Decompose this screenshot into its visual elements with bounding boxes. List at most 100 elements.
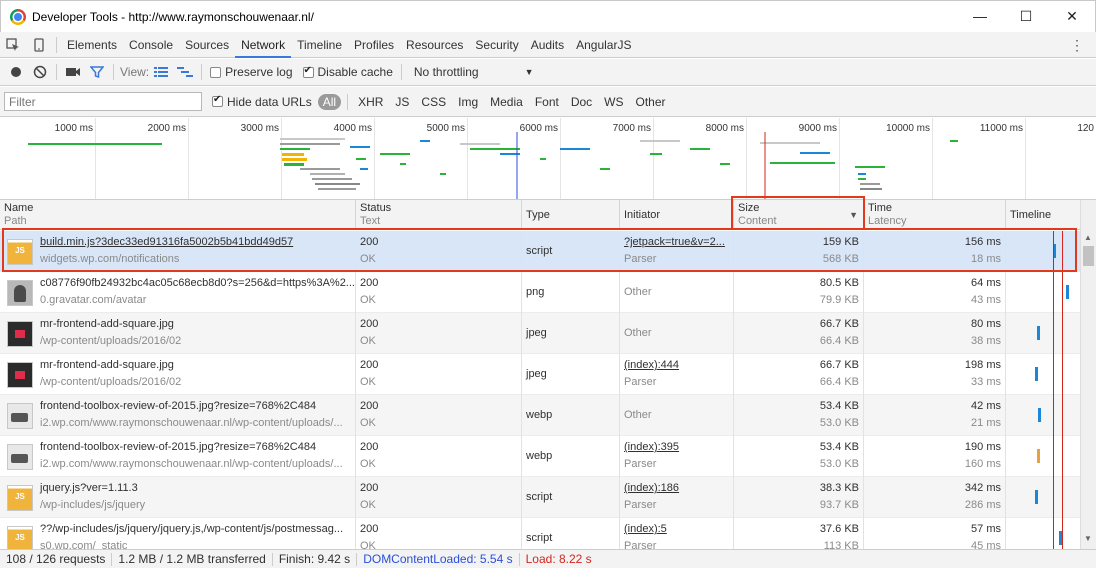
filter-type-other[interactable]: Other bbox=[632, 95, 670, 109]
content-value: 93.7 KB bbox=[819, 499, 859, 511]
initiator-link[interactable]: (index):444 bbox=[624, 357, 729, 374]
request-name[interactable]: ??/wp-includes/js/jquery/jquery.js,/wp-c… bbox=[40, 521, 343, 538]
request-name[interactable]: mr-frontend-add-square.jpg bbox=[40, 357, 181, 374]
scrollbar-thumb[interactable] bbox=[1083, 246, 1094, 266]
chrome-icon bbox=[10, 8, 26, 25]
filter-type-xhr[interactable]: XHR bbox=[354, 95, 387, 109]
tab-network[interactable]: Network bbox=[235, 32, 292, 58]
minimize-button[interactable]: — bbox=[957, 1, 1003, 31]
request-name[interactable]: jquery.js?ver=1.11.3 bbox=[40, 480, 145, 497]
name-cell[interactable]: mr-frontend-add-square.jpg /wp-content/u… bbox=[0, 354, 356, 395]
tab-resources[interactable]: Resources bbox=[400, 32, 469, 58]
column-header-time[interactable]: Time Latency bbox=[864, 200, 1006, 230]
maximize-button[interactable]: ☐ bbox=[1003, 1, 1049, 31]
column-header-type[interactable]: Type bbox=[522, 200, 620, 230]
initiator-cell: Other bbox=[620, 395, 734, 436]
table-row[interactable]: frontend-toolbox-review-of-2015.jpg?resi… bbox=[0, 436, 1080, 477]
content-value: 66.4 KB bbox=[819, 376, 859, 388]
tab-console[interactable]: Console bbox=[123, 32, 179, 58]
table-row[interactable]: frontend-toolbox-review-of-2015.jpg?resi… bbox=[0, 395, 1080, 436]
inspect-element-icon[interactable] bbox=[0, 32, 26, 58]
tab-elements[interactable]: Elements bbox=[61, 32, 123, 58]
filter-type-font[interactable]: Font bbox=[531, 95, 563, 109]
throttling-select[interactable]: No throttling ▼ bbox=[414, 65, 534, 79]
hide-data-urls-checkbox[interactable]: Hide data URLs bbox=[212, 94, 312, 109]
tab-angularjs[interactable]: AngularJS bbox=[570, 32, 637, 58]
initiator-cell[interactable]: (index):186 Parser bbox=[620, 477, 734, 518]
tab-audits[interactable]: Audits bbox=[525, 32, 570, 58]
name-cell[interactable]: JS jquery.js?ver=1.11.3 /wp-includes/js/… bbox=[0, 477, 356, 518]
status-cell: 200 OK bbox=[356, 354, 522, 395]
column-name-label: Name bbox=[4, 202, 34, 214]
device-mode-icon[interactable] bbox=[26, 32, 52, 58]
capture-screenshots-icon[interactable] bbox=[61, 60, 85, 84]
request-name[interactable]: c08776f90fb24932bc4ac05c68ecb8d0?s=256&d… bbox=[40, 275, 355, 292]
column-header-initiator[interactable]: Initiator bbox=[620, 200, 734, 230]
filter-type-js[interactable]: JS bbox=[391, 95, 413, 109]
large-rows-icon[interactable] bbox=[149, 60, 173, 84]
status-code: 200 bbox=[360, 523, 379, 535]
preserve-log-box[interactable] bbox=[210, 66, 222, 78]
name-cell[interactable]: JS ??/wp-includes/js/jquery/jquery.js,/w… bbox=[0, 518, 356, 549]
column-header-timeline[interactable]: Timeline bbox=[1006, 200, 1080, 230]
table-row[interactable]: c08776f90fb24932bc4ac05c68ecb8d0?s=256&d… bbox=[0, 272, 1080, 313]
initiator-link[interactable]: (index):395 bbox=[624, 439, 729, 456]
request-name[interactable]: frontend-toolbox-review-of-2015.jpg?resi… bbox=[40, 439, 343, 456]
filter-type-media[interactable]: Media bbox=[486, 95, 527, 109]
record-icon[interactable] bbox=[4, 60, 28, 84]
network-overview[interactable]: 1000 ms 2000 ms 3000 ms 4000 ms 5000 ms … bbox=[0, 118, 1096, 200]
js-file-icon: JS bbox=[7, 485, 33, 511]
filter-type-ws[interactable]: WS bbox=[600, 95, 627, 109]
timeline-bar bbox=[1037, 326, 1040, 340]
load-event-line bbox=[1062, 231, 1063, 549]
filter-type-doc[interactable]: Doc bbox=[567, 95, 596, 109]
overview-icon[interactable] bbox=[173, 60, 197, 84]
filter-type-css[interactable]: CSS bbox=[417, 95, 450, 109]
request-path: i2.wp.com/www.raymonschouwenaar.nl/wp-co… bbox=[40, 417, 343, 429]
close-button[interactable]: ✕ bbox=[1049, 1, 1095, 31]
name-cell[interactable]: frontend-toolbox-review-of-2015.jpg?resi… bbox=[0, 436, 356, 477]
initiator-link[interactable]: (index):186 bbox=[624, 480, 729, 497]
more-options-icon[interactable]: ⋮ bbox=[1070, 37, 1084, 53]
name-cell[interactable]: c08776f90fb24932bc4ac05c68ecb8d0?s=256&d… bbox=[0, 272, 356, 313]
timeline-bar bbox=[1066, 285, 1069, 299]
filter-input[interactable] bbox=[4, 92, 202, 111]
table-row[interactable]: JS jquery.js?ver=1.11.3 /wp-includes/js/… bbox=[0, 477, 1080, 518]
column-initiator-label: Initiator bbox=[624, 209, 661, 221]
initiator-link[interactable]: (index):5 bbox=[624, 521, 729, 538]
column-timeline-label: Timeline bbox=[1010, 209, 1052, 221]
scroll-down-icon[interactable]: ▼ bbox=[1084, 534, 1092, 543]
clear-icon[interactable] bbox=[28, 60, 52, 84]
column-header-name[interactable]: Name Path bbox=[0, 200, 356, 230]
latency-value: 160 ms bbox=[964, 458, 1001, 470]
filter-icon[interactable] bbox=[85, 60, 109, 84]
request-name[interactable]: mr-frontend-add-square.jpg bbox=[40, 316, 181, 333]
table-row[interactable]: mr-frontend-add-square.jpg /wp-content/u… bbox=[0, 354, 1080, 395]
tab-security[interactable]: Security bbox=[469, 32, 524, 58]
initiator-cell[interactable]: (index):5 Parser bbox=[620, 518, 734, 549]
column-header-status[interactable]: Status Text bbox=[356, 200, 522, 230]
tab-profiles[interactable]: Profiles bbox=[348, 32, 400, 58]
request-name[interactable]: frontend-toolbox-review-of-2015.jpg?resi… bbox=[40, 398, 343, 415]
name-cell[interactable]: mr-frontend-add-square.jpg /wp-content/u… bbox=[0, 313, 356, 354]
size-cell: 53.4 KB 53.0 KB bbox=[734, 436, 864, 477]
initiator-cell[interactable]: (index):395 Parser bbox=[620, 436, 734, 477]
preserve-log-checkbox[interactable]: Preserve log bbox=[210, 65, 293, 79]
filter-type-img[interactable]: Img bbox=[454, 95, 482, 109]
hide-data-urls-box[interactable] bbox=[212, 94, 223, 107]
disable-cache-box[interactable] bbox=[302, 65, 314, 78]
disable-cache-checkbox[interactable]: Disable cache bbox=[302, 65, 393, 79]
filter-type-all[interactable]: All bbox=[317, 93, 342, 110]
initiator-cell[interactable]: (index):444 Parser bbox=[620, 354, 734, 395]
vertical-scrollbar[interactable]: ▲ ▼ bbox=[1080, 200, 1096, 549]
table-row[interactable]: mr-frontend-add-square.jpg /wp-content/u… bbox=[0, 313, 1080, 354]
network-toolbar: View: Preserve log Disable cache No thro… bbox=[0, 59, 1096, 86]
requests-table: JS build.min.js?3dec33ed91316fa5002b5b41… bbox=[0, 231, 1080, 549]
size-value: 38.3 KB bbox=[819, 482, 859, 494]
status-code: 200 bbox=[360, 482, 379, 494]
scroll-up-icon[interactable]: ▲ bbox=[1084, 233, 1092, 242]
table-row[interactable]: JS ??/wp-includes/js/jquery/jquery.js,/w… bbox=[0, 518, 1080, 549]
name-cell[interactable]: frontend-toolbox-review-of-2015.jpg?resi… bbox=[0, 395, 356, 436]
tab-timeline[interactable]: Timeline bbox=[291, 32, 348, 58]
tab-sources[interactable]: Sources bbox=[179, 32, 235, 58]
